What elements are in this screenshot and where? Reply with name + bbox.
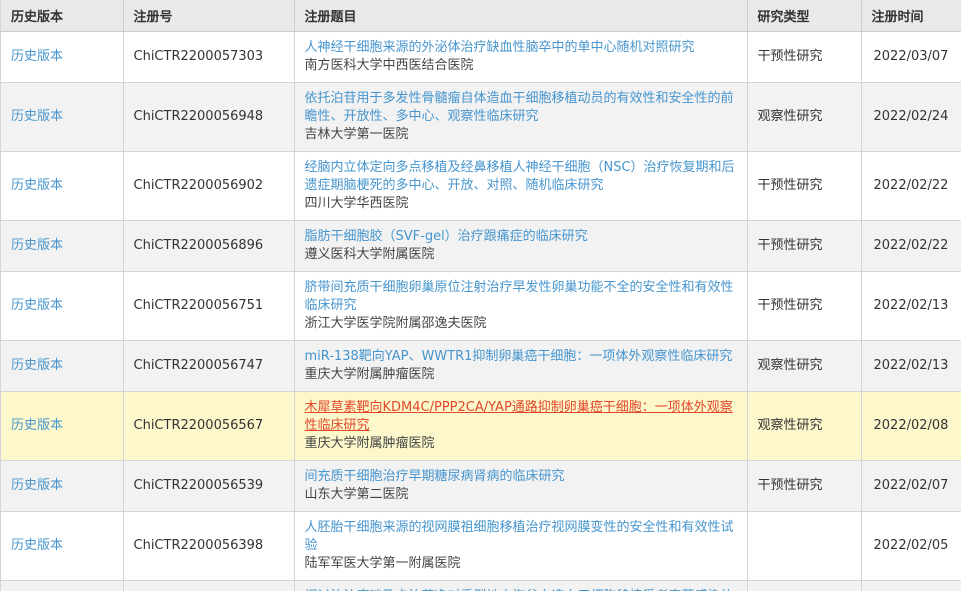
title-cell: 脐带间充质干细胞卵巢原位注射治疗早发性卵巢功能不全的安全性和有效性临床研究 浙江… [294,272,747,341]
registration-date: 2022/02/22 [861,221,961,272]
trial-title-link[interactable]: miR-138靶向YAP、WWTR1抑制卵巢癌干细胞：一项体外观察性临床研究 [305,349,733,364]
table-row: 历史版本 ChiCTR2200056539 间充质干细胞治疗早期糖尿病肾病的临床… [1,461,961,512]
history-version-cell: 历史版本 [1,221,123,272]
title-cell: 木犀草素靶向KDM4C/PPP2CA/YAP通路抑制卵巢癌干细胞：一项体外观察性… [294,392,747,461]
history-version-link[interactable]: 历史版本 [11,49,63,64]
registration-date: 2022/02/13 [861,341,961,392]
history-version-link[interactable]: 历史版本 [11,298,63,313]
table-row: 历史版本 ChiCTR2200056751 脐带间充质干细胞卵巢原位注射治疗早发… [1,272,961,341]
registration-date: 2022/02/24 [861,83,961,152]
column-header-history-version: 历史版本 [1,0,123,32]
trial-title-link[interactable]: 木犀草素靶向KDM4C/PPP2CA/YAP通路抑制卵巢癌干细胞：一项体外观察性… [305,400,733,433]
study-type: 干预性研究 [747,581,861,591]
registration-number: ChiCTR2200057303 [123,32,294,83]
institution-name: 重庆大学附属肿瘤医院 [305,366,739,384]
table-row: 历史版本 ChiCTR2200056567 木犀草素靶向KDM4C/PPP2CA… [1,392,961,461]
study-type: 干预性研究 [747,272,861,341]
institution-name: 南方医科大学中西医结合医院 [305,57,739,75]
registration-number: ChiCTR2200056398 [123,512,294,581]
column-header-study-type: 研究类型 [747,0,861,32]
column-header-registration-date: 注册时间 [861,0,961,32]
institution-name: 四川大学华西医院 [305,195,739,213]
registration-date: 2022/02/01 [861,581,961,591]
title-cell: 依托泊苷用于多发性骨髓瘤自体造血干细胞移植动员的有效性和安全性的前瞻性、开放性、… [294,83,747,152]
trial-title-link[interactable]: 间充质干细胞治疗早期糖尿病肾病的临床研究 [305,469,565,484]
registration-date: 2022/02/05 [861,512,961,581]
study-type [747,512,861,581]
history-version-cell: 历史版本 [1,341,123,392]
title-cell: 探讨泊沙康唑及卡泊芬净对重型地中海贫血造血干细胞移植受者真菌感染的一级预防方案 … [294,581,747,591]
registration-date: 2022/02/07 [861,461,961,512]
history-version-link[interactable]: 历史版本 [11,109,63,124]
registration-number: ChiCTR2200056751 [123,272,294,341]
institution-name: 重庆大学附属肿瘤医院 [305,435,739,453]
title-cell: 经脑内立体定向多点移植及经鼻移植人神经干细胞（NSC）治疗恢复期和后遗症期脑梗死… [294,152,747,221]
title-cell: miR-138靶向YAP、WWTR1抑制卵巢癌干细胞：一项体外观察性临床研究 重… [294,341,747,392]
trial-title-link[interactable]: 人胚胎干细胞来源的视网膜祖细胞移植治疗视网膜变性的安全性和有效性试验 [305,520,734,553]
institution-name: 遵义医科大学附属医院 [305,246,739,264]
history-version-cell: 历史版本 [1,83,123,152]
table-row: 历史版本 ChiCTR2200056902 经脑内立体定向多点移植及经鼻移植人神… [1,152,961,221]
study-type: 观察性研究 [747,341,861,392]
study-type: 干预性研究 [747,152,861,221]
trial-registry-results: 历史版本 注册号 注册题目 研究类型 注册时间 历史版本 ChiCTR22000… [0,0,961,591]
history-version-cell: 历史版本 [1,512,123,581]
column-header-registration-title: 注册题目 [294,0,747,32]
title-cell: 人神经干细胞来源的外泌体治疗缺血性脑卒中的单中心随机对照研究 南方医科大学中西医… [294,32,747,83]
registration-number: ChiCTR2200056192 [123,581,294,591]
trial-title-link[interactable]: 脂肪干细胞胶（SVF-gel）治疗跟痛症的临床研究 [305,229,588,244]
table-row: 历史版本 ChiCTR2200056398 人胚胎干细胞来源的视网膜祖细胞移植治… [1,512,961,581]
title-cell: 人胚胎干细胞来源的视网膜祖细胞移植治疗视网膜变性的安全性和有效性试验 陆军军医大… [294,512,747,581]
institution-name: 浙江大学医学院附属邵逸夫医院 [305,315,739,333]
institution-name: 陆军军医大学第一附属医院 [305,555,739,573]
trial-title-link[interactable]: 经脑内立体定向多点移植及经鼻移植人神经干细胞（NSC）治疗恢复期和后遗症期脑梗死… [305,160,735,193]
history-version-link[interactable]: 历史版本 [11,418,63,433]
trial-title-link[interactable]: 脐带间充质干细胞卵巢原位注射治疗早发性卵巢功能不全的安全性和有效性临床研究 [305,280,734,313]
table-row: 历史版本 ChiCTR2200057303 人神经干细胞来源的外泌体治疗缺血性脑… [1,32,961,83]
trial-title-link[interactable]: 依托泊苷用于多发性骨髓瘤自体造血干细胞移植动员的有效性和安全性的前瞻性、开放性、… [305,91,734,124]
history-version-link[interactable]: 历史版本 [11,238,63,253]
study-type: 干预性研究 [747,461,861,512]
history-version-cell: 历史版本 [1,461,123,512]
registration-number: ChiCTR2200056539 [123,461,294,512]
history-version-link[interactable]: 历史版本 [11,358,63,373]
table-row: 历史版本 ChiCTR2200056896 脂肪干细胞胶（SVF-gel）治疗跟… [1,221,961,272]
registration-number: ChiCTR2200056567 [123,392,294,461]
study-type: 干预性研究 [747,32,861,83]
history-version-link[interactable]: 历史版本 [11,478,63,493]
title-cell: 脂肪干细胞胶（SVF-gel）治疗跟痛症的临床研究 遵义医科大学附属医院 [294,221,747,272]
table-row: 历史版本 ChiCTR2200056192 探讨泊沙康唑及卡泊芬净对重型地中海贫… [1,581,961,591]
history-version-cell: 历史版本 [1,32,123,83]
registration-number: ChiCTR2200056747 [123,341,294,392]
history-version-link[interactable]: 历史版本 [11,178,63,193]
history-version-cell: 历史版本 [1,392,123,461]
history-version-cell: 历史版本 [1,272,123,341]
registration-date: 2022/03/07 [861,32,961,83]
study-type: 干预性研究 [747,221,861,272]
institution-name: 山东大学第二医院 [305,486,739,504]
registration-date: 2022/02/22 [861,152,961,221]
study-type: 观察性研究 [747,392,861,461]
registration-date: 2022/02/08 [861,392,961,461]
title-cell: 间充质干细胞治疗早期糖尿病肾病的临床研究 山东大学第二医院 [294,461,747,512]
history-version-cell: 历史版本 [1,581,123,591]
registration-number: ChiCTR2200056948 [123,83,294,152]
institution-name: 吉林大学第一医院 [305,126,739,144]
column-header-registration-number: 注册号 [123,0,294,32]
history-version-link[interactable]: 历史版本 [11,538,63,553]
table-header-row: 历史版本 注册号 注册题目 研究类型 注册时间 [1,0,961,32]
registration-number: ChiCTR2200056902 [123,152,294,221]
trial-title-link[interactable]: 人神经干细胞来源的外泌体治疗缺血性脑卒中的单中心随机对照研究 [305,40,695,55]
registry-table: 历史版本 注册号 注册题目 研究类型 注册时间 历史版本 ChiCTR22000… [1,0,961,591]
table-row: 历史版本 ChiCTR2200056948 依托泊苷用于多发性骨髓瘤自体造血干细… [1,83,961,152]
study-type: 观察性研究 [747,83,861,152]
history-version-cell: 历史版本 [1,152,123,221]
registration-date: 2022/02/13 [861,272,961,341]
registration-number: ChiCTR2200056896 [123,221,294,272]
table-row: 历史版本 ChiCTR2200056747 miR-138靶向YAP、WWTR1… [1,341,961,392]
